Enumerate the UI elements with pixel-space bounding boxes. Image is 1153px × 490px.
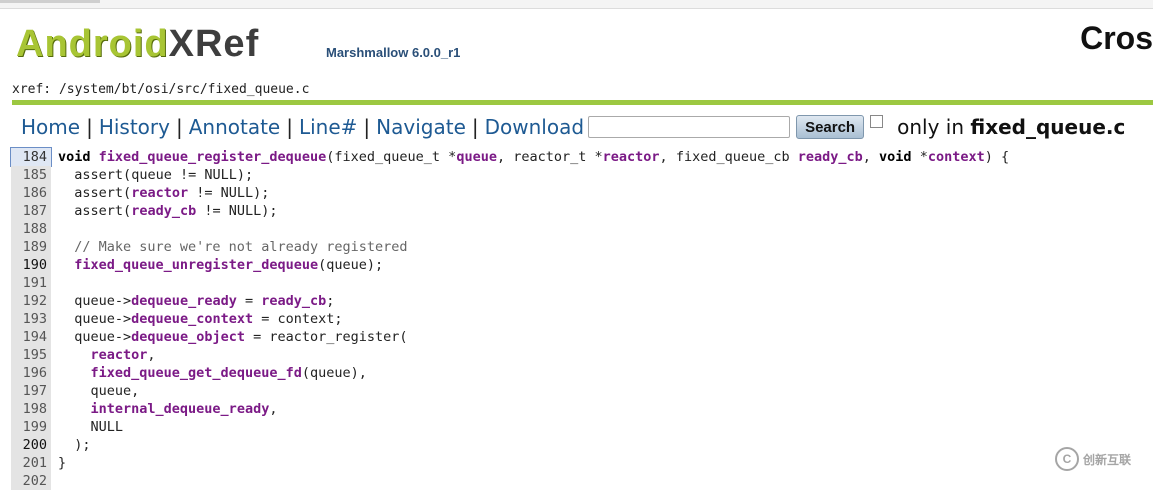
nav-separator: | <box>86 115 93 139</box>
search-button[interactable]: Search <box>796 115 865 139</box>
line-number[interactable]: 187 <box>11 202 51 220</box>
watermark: C 创新互联 <box>1055 445 1147 473</box>
code-line: 193 queue->dequeue_context = context; <box>0 310 1153 328</box>
nav-separator: | <box>363 115 371 139</box>
code-line: 188 <box>0 220 1153 238</box>
only-in-label: only in fixed_queue.c <box>897 115 1125 139</box>
logo-xref: XRef <box>168 23 260 65</box>
version-label: Marshmallow 6.0.0_r1 <box>326 45 461 60</box>
nav-annotate[interactable]: Annotate <box>189 115 281 139</box>
code-text: reactor, <box>90 347 156 363</box>
code-line: 192 queue->dequeue_ready = ready_cb; <box>0 292 1153 310</box>
code-line: 186 assert(reactor != NULL); <box>0 184 1153 202</box>
code-text: assert(reactor != NULL); <box>74 185 270 201</box>
only-in-prefix: only in <box>897 115 965 139</box>
nav-separator: | <box>175 115 183 139</box>
line-number[interactable]: 193 <box>11 310 51 328</box>
code-line: 194 queue->dequeue_object = reactor_regi… <box>0 328 1153 346</box>
code-text: NULL <box>90 419 124 435</box>
code-line: 190 fixed_queue_unregister_dequeue(queue… <box>0 256 1153 274</box>
nav-line[interactable]: Line# <box>299 115 357 139</box>
search-input[interactable] <box>588 116 791 138</box>
code-line: 202 <box>0 472 1153 490</box>
watermark-text: 创新互联 <box>1083 452 1132 467</box>
code-text: } <box>58 455 67 471</box>
nav-bar: Home | History | Annotate | Line# | Navi… <box>21 113 1125 141</box>
code-line: 185 assert(queue != NULL); <box>0 166 1153 184</box>
code-text: queue, <box>90 383 140 399</box>
code-text: queue->dequeue_object = reactor_register… <box>74 329 408 345</box>
logo-android: Android <box>16 23 169 65</box>
breadcrumb: xref: /system/bt/osi/src/fixed_queue.c <box>12 82 310 97</box>
nav-separator: | <box>471 115 479 139</box>
line-number[interactable]: 198 <box>11 400 51 418</box>
nav-history[interactable]: History <box>99 115 170 139</box>
code-text: internal_dequeue_ready, <box>90 401 278 417</box>
code-line: 191 <box>0 274 1153 292</box>
line-number[interactable]: 197 <box>11 382 51 400</box>
line-number[interactable]: 194 <box>11 328 51 346</box>
code-text: fixed_queue_get_dequeue_fd(queue), <box>90 365 367 381</box>
code-text: queue->dequeue_context = context; <box>74 311 343 327</box>
line-number[interactable]: 200 <box>11 436 51 454</box>
tab-edge <box>0 0 100 3</box>
line-number[interactable]: 192 <box>11 292 51 310</box>
line-number[interactable]: 202 <box>11 472 51 490</box>
code-text: assert(queue != NULL); <box>74 167 254 183</box>
code-line: 197 queue, <box>0 382 1153 400</box>
code-line: 184 void fixed_queue_register_dequeue(fix… <box>0 147 1153 167</box>
code-line: 199 NULL <box>0 418 1153 436</box>
nav-separator: | <box>286 115 293 139</box>
code-text: assert(ready_cb != NULL); <box>74 203 278 219</box>
code-text: queue->dequeue_ready = ready_cb; <box>74 293 335 309</box>
line-number[interactable]: 186 <box>11 184 51 202</box>
line-number[interactable]: 185 <box>11 166 51 184</box>
page-title-partial: Cros <box>1080 20 1153 56</box>
line-number[interactable]: 189 <box>11 238 51 256</box>
only-in-checkbox[interactable] <box>870 114 884 128</box>
nav-download[interactable]: Download <box>485 115 584 139</box>
code-line: 200 ); <box>0 436 1153 454</box>
line-number[interactable]: 188 <box>11 220 51 238</box>
code-text: ); <box>58 437 91 453</box>
androidxref-logo[interactable]: AndroidXRef <box>16 24 259 64</box>
code-line: 201} <box>0 454 1153 472</box>
header: AndroidXRef Marshmallow 6.0.0_r1 Cros <box>0 8 1153 82</box>
code-text: // Make sure we're not already registere… <box>58 239 408 255</box>
code-line: 196 fixed_queue_get_dequeue_fd(queue), <box>0 364 1153 382</box>
code-text: void fixed_queue_register_dequeue(fixed_… <box>58 149 1010 165</box>
line-number[interactable]: 201 <box>11 454 51 472</box>
only-in-file: fixed_queue.c <box>970 115 1126 139</box>
line-number[interactable]: 190 <box>11 256 51 274</box>
watermark-logo-icon: C <box>1055 447 1079 471</box>
nav-home[interactable]: Home <box>21 115 80 139</box>
line-number[interactable]: 199 <box>11 418 51 436</box>
line-number[interactable]: 195 <box>11 346 51 364</box>
code-line: 187 assert(ready_cb != NULL); <box>0 202 1153 220</box>
code-line: 189 // Make sure we're not already regis… <box>0 238 1153 256</box>
code-text: fixed_queue_unregister_dequeue(queue); <box>74 257 384 273</box>
line-number[interactable]: 191 <box>11 274 51 292</box>
code-line: 195 reactor, <box>0 346 1153 364</box>
source-code-view: 184 void fixed_queue_register_dequeue(fix… <box>0 147 1153 490</box>
line-number[interactable]: 184 <box>10 147 52 167</box>
code-line: 198 internal_dequeue_ready, <box>0 400 1153 418</box>
nav-navigate[interactable]: Navigate <box>376 115 466 139</box>
line-number[interactable]: 196 <box>11 364 51 382</box>
header-divider <box>12 100 1153 105</box>
